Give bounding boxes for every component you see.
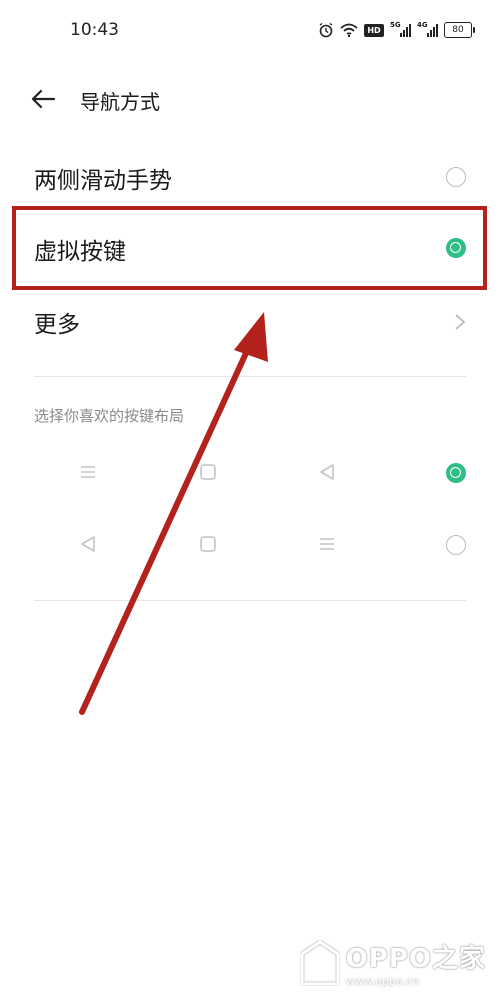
- signal-5g-icon: 5G: [390, 21, 411, 37]
- hd-icon: HD: [364, 23, 384, 37]
- divider: [34, 376, 466, 377]
- signal-4g-icon: 4G: [417, 21, 438, 37]
- option-gesture-radio[interactable]: [446, 167, 466, 187]
- option-gesture[interactable]: 两侧滑动手势: [0, 147, 500, 209]
- back-arrow-icon[interactable]: [30, 88, 56, 110]
- layout-row-1[interactable]: [0, 448, 500, 498]
- status-time: 10:43: [70, 20, 119, 40]
- layout-section-title: 选择你喜欢的按键布局: [34, 407, 185, 425]
- alarm-icon: [319, 22, 333, 38]
- oppo-logo-icon: [300, 940, 340, 986]
- home-square-icon: [200, 464, 216, 480]
- watermark-url: www.oppo.cn: [345, 975, 419, 988]
- page-title: 导航方式: [80, 90, 160, 114]
- layout-row-2[interactable]: [0, 520, 500, 570]
- divider: [34, 600, 466, 601]
- option-virtual-keys[interactable]: 虚拟按键: [0, 218, 500, 280]
- back-triangle-icon: [320, 464, 334, 480]
- option-virtual-keys-label: 虚拟按键: [34, 239, 126, 265]
- option-virtual-keys-radio[interactable]: [446, 238, 466, 258]
- battery-icon: 80: [444, 22, 475, 38]
- home-square-icon: [200, 536, 216, 552]
- layout-row-1-radio[interactable]: [446, 463, 466, 483]
- chevron-right-icon: [455, 314, 466, 330]
- menu-icon: [81, 466, 95, 478]
- option-more[interactable]: 更多: [0, 291, 500, 353]
- layout-row-2-radio[interactable]: [446, 535, 466, 555]
- status-icons: HD 5G 4G 80: [318, 21, 475, 38]
- signal-4g-label: 4G: [417, 21, 428, 29]
- watermark: OPPO之家 www.oppo.cn: [300, 938, 486, 988]
- menu-icon: [320, 538, 334, 550]
- watermark-brand: OPPO之家: [345, 944, 486, 974]
- signal-5g-label: 5G: [390, 21, 401, 29]
- status-bar: 10:43 HD 5G 4G 80: [0, 0, 500, 62]
- page-header: 导航方式: [0, 78, 500, 122]
- wifi-icon: [340, 23, 358, 38]
- back-triangle-icon: [81, 536, 95, 552]
- option-gesture-label: 两侧滑动手势: [34, 168, 172, 194]
- option-more-label: 更多: [34, 312, 80, 338]
